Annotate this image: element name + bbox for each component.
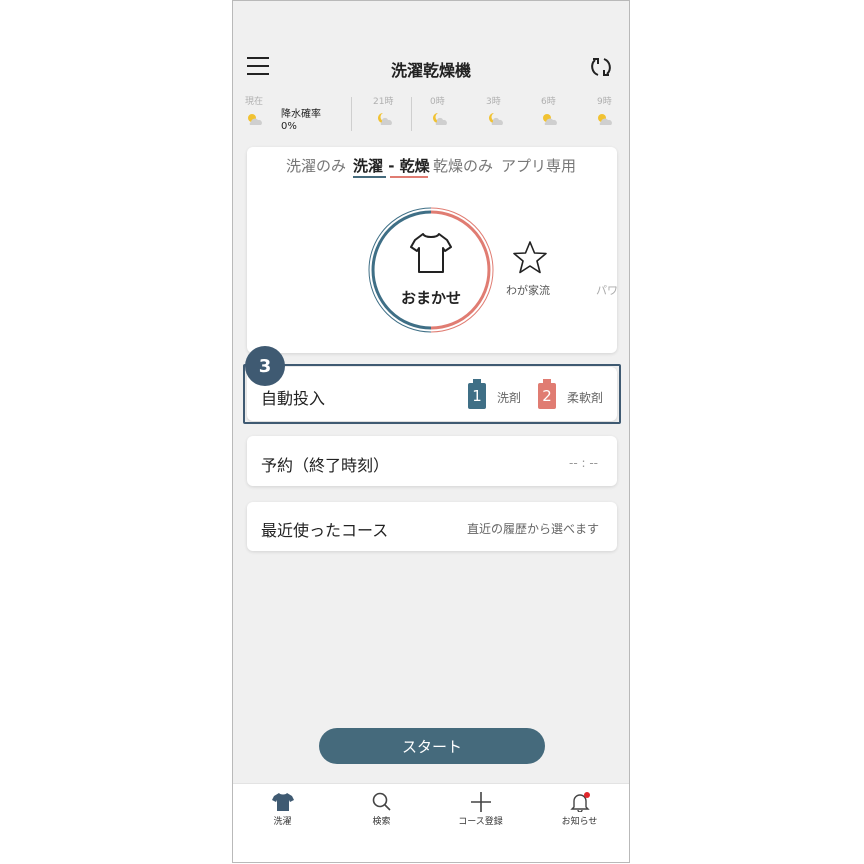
nav-label: 検索: [372, 817, 391, 827]
nav-label: コース登録: [458, 817, 503, 827]
auto-dose-label: 自動投入: [261, 389, 326, 408]
detergent-tank-number: 1: [472, 387, 482, 405]
weather-slot-label: 9時: [597, 97, 612, 107]
tab-underline-blue: [353, 176, 386, 178]
tab-underline-red: [390, 176, 428, 178]
weather-slot-label: 0時: [430, 97, 445, 107]
softener-tank-icon: 2: [537, 379, 557, 409]
softener-label: 柔軟剤: [567, 391, 604, 405]
plus-icon: [470, 792, 491, 812]
weather-divider: [351, 97, 352, 131]
weather-current-label: 現在: [245, 97, 264, 107]
start-button[interactable]: スタート: [319, 728, 545, 764]
rain-probability-label: 降水確率: [281, 109, 321, 120]
moon-cloud-icon: [375, 111, 393, 131]
recent-courses-hint: 直近の履歴から選べます: [467, 522, 600, 536]
nav-item-course-register[interactable]: コース登録: [431, 784, 530, 844]
sun-cloud-icon: [595, 111, 613, 131]
tab-dry-only[interactable]: 乾燥のみ: [433, 155, 493, 176]
page-title: 洗濯乾燥機: [390, 61, 471, 80]
step-badge: 3: [245, 346, 285, 386]
moon-cloud-icon: [486, 111, 504, 131]
nav-item-wash[interactable]: 洗濯: [233, 784, 332, 844]
omakase-label: おまかせ: [401, 289, 462, 307]
sun-cloud-icon: [540, 111, 558, 131]
bell-icon: [569, 792, 590, 812]
weather-divider: [411, 97, 412, 131]
sun-cloud-icon: [245, 111, 263, 131]
tab-wash-only[interactable]: 洗濯のみ: [286, 155, 346, 176]
detergent-label: 洗剤: [497, 391, 522, 405]
refresh-icon[interactable]: [589, 55, 613, 79]
moon-cloud-icon: [430, 111, 448, 131]
weather-slot-label: 21時: [373, 97, 394, 107]
search-icon: [372, 792, 391, 811]
softener-tank-number: 2: [542, 387, 552, 405]
detergent-tank-icon: 1: [467, 379, 487, 409]
nav-item-notifications[interactable]: お知らせ: [530, 784, 629, 844]
reservation-time-value: -- : --: [569, 456, 598, 470]
shirt-icon: [271, 793, 294, 811]
reservation-label: 予約（終了時刻）: [261, 456, 390, 475]
weather-slot-label: 3時: [486, 97, 501, 107]
nav-item-search[interactable]: 検索: [332, 784, 431, 844]
recent-courses-label: 最近使ったコース: [261, 521, 389, 540]
nav-label: お知らせ: [561, 817, 598, 827]
phone-screen: 洗濯乾燥機 現在 降水確率 0% 21時 0時 3時 6時 9時 洗濯のみ 洗濯…: [232, 0, 630, 863]
star-icon[interactable]: [511, 239, 549, 281]
wagaya-course-label: わが家流: [506, 284, 550, 297]
power-course-label: パワ: [596, 284, 618, 297]
bottom-navigation: 洗濯 検索 コース登録 お知らせ: [233, 783, 629, 862]
tab-app-only[interactable]: アプリ専用: [501, 155, 576, 176]
shirt-icon: [407, 229, 455, 277]
tab-wash-dry[interactable]: 洗濯 - 乾燥: [353, 155, 430, 176]
weather-slot-label: 6時: [541, 97, 556, 107]
rain-probability-value: 0%: [281, 121, 297, 132]
nav-label: 洗濯: [273, 817, 292, 827]
